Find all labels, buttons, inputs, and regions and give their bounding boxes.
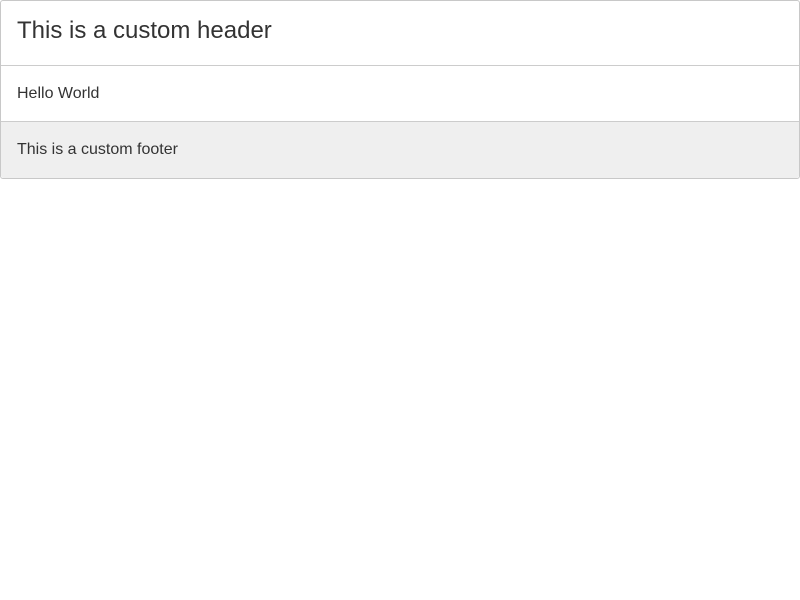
panel-body-text: Hello World: [17, 84, 100, 102]
panel-footer-text: This is a custom footer: [17, 141, 178, 158]
panel-body: Hello World: [1, 66, 799, 122]
panel-header: This is a custom header: [1, 1, 799, 66]
panel-header-text: This is a custom header: [17, 17, 272, 44]
panel: This is a custom header Hello World This…: [0, 0, 800, 179]
panel-footer: This is a custom footer: [1, 122, 799, 178]
